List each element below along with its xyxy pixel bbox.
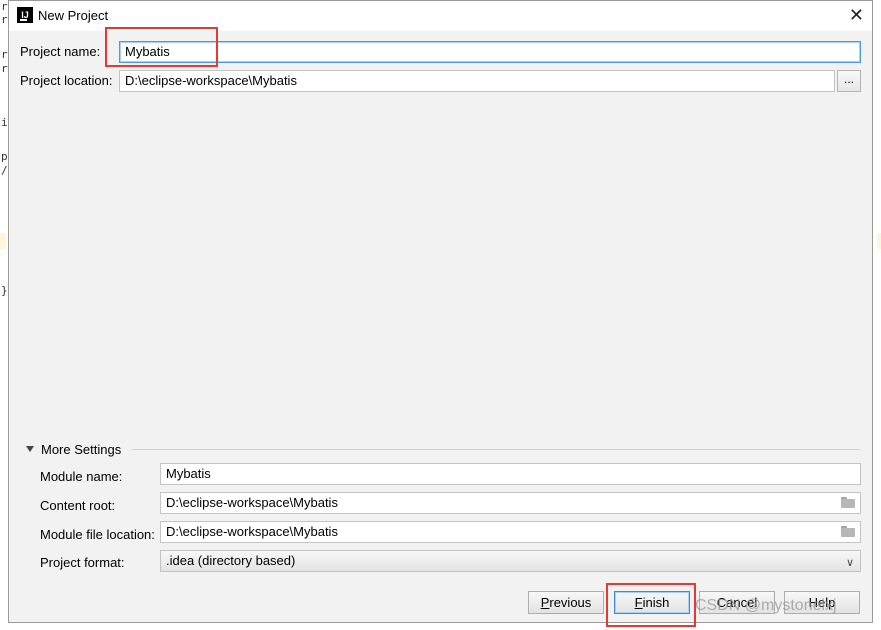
content-root-value: D:\eclipse-workspace\Mybatis [166,495,338,510]
folder-icon[interactable] [841,526,855,537]
finish-mnemonic: F [634,595,643,610]
help-button[interactable]: Help [784,591,860,614]
module-file-location-label: Module file location: [40,527,155,542]
content-root-label: Content root: [40,498,116,513]
project-location-label: Project location: [20,73,113,88]
code-char: r [1,13,8,26]
code-char: } [1,284,8,297]
code-char: r [1,0,8,13]
more-settings-header[interactable]: More Settings [41,442,121,457]
module-name-label: Module name: [40,469,123,484]
section-divider [132,449,860,450]
browse-button[interactable]: ... [837,70,861,92]
module-file-location-input[interactable]: D:\eclipse-workspace\Mybatis [160,521,861,543]
code-char: i [1,116,8,129]
content-root-input[interactable]: D:\eclipse-workspace\Mybatis [160,492,861,514]
finish-button[interactable]: Finish [614,591,690,614]
project-format-label: Project format: [40,555,125,570]
triangle-down-icon[interactable] [26,446,34,452]
project-format-select[interactable]: .idea (directory based) ∨ [160,550,861,572]
code-char: p [1,150,8,163]
project-name-input[interactable]: Mybatis [119,41,861,63]
module-name-input[interactable]: Mybatis [160,463,861,485]
intellij-app-icon: IJ [17,7,33,23]
project-name-label: Project name: [20,44,101,59]
finish-label: inish [642,595,670,610]
editor-line-highlight [877,233,881,249]
project-location-input[interactable]: D:\eclipse-workspace\Mybatis [119,70,835,92]
cancel-button[interactable]: Cancel [699,591,775,614]
previous-button[interactable]: Previous [528,591,604,614]
module-file-location-value: D:\eclipse-workspace\Mybatis [166,524,338,539]
editor-line-highlight [0,233,6,249]
code-char: / [1,164,8,177]
dialog-title: New Project [38,8,109,23]
chevron-down-icon: ∨ [845,557,854,569]
folder-icon[interactable] [841,497,855,508]
close-icon[interactable]: ✕ [849,4,864,26]
previous-label: revious [549,595,592,610]
code-char: r [1,48,8,61]
project-format-value: .idea (directory based) [166,553,296,568]
title-bar: IJ New Project ✕ [9,1,872,31]
code-char: r [1,62,8,75]
new-project-dialog: IJ New Project ✕ Project name: Mybatis P… [8,0,873,623]
